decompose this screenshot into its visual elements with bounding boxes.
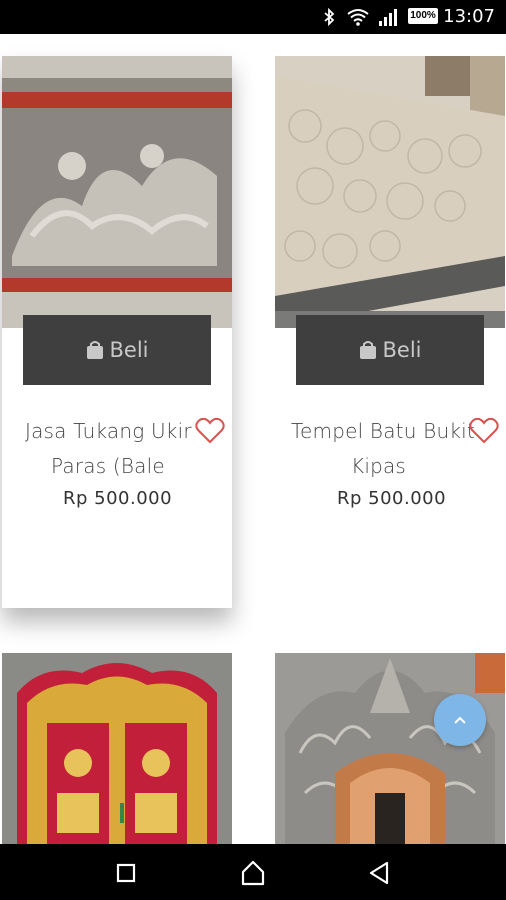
product-grid[interactable]: Beli Jasa Tukang Ukir Paras (Bale Rp 500…	[0, 34, 506, 844]
product-price: Rp 500.000	[337, 488, 447, 509]
product-title-line-2[interactable]: Kipas	[351, 449, 406, 483]
product-card[interactable]: Beli Tempel Batu Bukit Kipas Rp 500.000	[275, 56, 505, 608]
home-icon[interactable]	[238, 858, 268, 888]
chevron-up-icon	[454, 716, 466, 724]
product-card[interactable]	[2, 653, 232, 844]
product-title-line-2[interactable]: Paras (Bale	[51, 449, 165, 483]
navigation-bar	[0, 844, 506, 900]
signal-icon	[379, 9, 397, 26]
product-image[interactable]	[2, 56, 232, 328]
heart-icon[interactable]	[195, 417, 225, 445]
product-card[interactable]	[275, 653, 505, 844]
product-price: Rp 500.000	[63, 488, 173, 509]
shopping-bag-icon	[359, 341, 376, 359]
back-icon[interactable]	[365, 858, 395, 888]
buy-button[interactable]: Beli	[296, 315, 484, 385]
heart-icon[interactable]	[469, 417, 499, 445]
bluetooth-icon	[324, 8, 335, 26]
status-bar: 100% 13:07	[0, 0, 506, 34]
status-time: 13:07	[443, 6, 495, 27]
product-title-line-1[interactable]: Tempel Batu Bukit	[291, 414, 475, 448]
product-image[interactable]	[2, 653, 232, 844]
product-title-line-1[interactable]: Jasa Tukang Ukir	[25, 414, 192, 448]
buy-button-label: Beli	[382, 338, 422, 362]
shopping-bag-icon	[86, 341, 103, 359]
buy-button-label: Beli	[109, 338, 149, 362]
buy-button[interactable]: Beli	[23, 315, 211, 385]
wifi-icon	[347, 9, 369, 26]
product-image[interactable]	[275, 56, 505, 328]
battery-icon: 100%	[408, 8, 438, 24]
product-image[interactable]	[275, 653, 505, 844]
recent-apps-icon[interactable]	[111, 858, 141, 888]
product-card[interactable]: Beli Jasa Tukang Ukir Paras (Bale Rp 500…	[2, 56, 232, 608]
scroll-to-top-button[interactable]	[434, 694, 486, 746]
